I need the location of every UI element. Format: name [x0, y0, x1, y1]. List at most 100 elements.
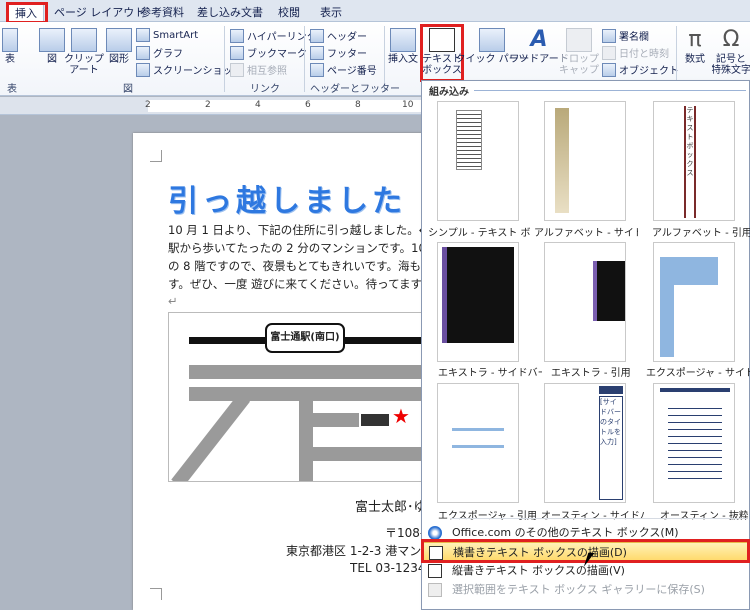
bookmark-icon [230, 45, 244, 60]
hyperlink-icon [230, 28, 244, 43]
picture-button[interactable]: 図 [38, 28, 66, 65]
road [171, 393, 251, 481]
thumb-accent-bar [660, 388, 730, 392]
group-label-links: リンク [250, 84, 280, 95]
gallery-item-exposure-quote[interactable] [437, 383, 519, 503]
dropcap-button[interactable]: ドロップ キャップ [559, 28, 599, 76]
margin-mark [150, 150, 162, 162]
gallery-label: オースティン - サイドバー [541, 511, 645, 522]
page-number-button[interactable]: ページ番号 [310, 62, 377, 77]
road [299, 387, 313, 481]
road [299, 447, 425, 461]
menu-more-textboxes[interactable]: Office.com のその他のテキスト ボックス(M) [422, 523, 749, 543]
gallery-item-simple[interactable] [437, 101, 519, 221]
shapes-icon [106, 28, 132, 52]
insert-text-button[interactable]: 挿入文 [388, 28, 418, 65]
tab-references[interactable]: 参考資料 [138, 3, 186, 22]
textbox-icon [429, 28, 455, 52]
calendar-icon [602, 45, 616, 60]
tab-insert[interactable]: 挿入 [8, 3, 44, 22]
equation-button[interactable]: π 数式 [680, 28, 710, 66]
address-street[interactable]: 東京都港区 1-2-3 港マンシ [286, 542, 421, 559]
station-label: 富士通駅(南口) [265, 323, 345, 353]
gallery-item-alphabet-quote[interactable]: テキストボックス [653, 101, 735, 221]
section-divider [474, 90, 746, 91]
gallery-label: アルファベット - 引用 [652, 228, 750, 239]
menu-save-selection[interactable]: 選択範囲をテキスト ボックス ギャラリーに保存(S) [422, 580, 749, 600]
gallery-label: シンプル - テキスト ボックス [428, 228, 532, 239]
smartart-button[interactable]: SmartArt [136, 28, 198, 42]
ruler-number: 6 [305, 100, 311, 110]
tab-page-layout[interactable]: ページ レイアウト [54, 3, 145, 22]
gallery-item-extra-sidebar[interactable] [437, 242, 519, 362]
paragraph-mark: ↵ [168, 294, 178, 308]
thumb-accent-bar [593, 261, 597, 321]
gallery-label: アルファベット - サイドバー [534, 228, 638, 239]
office-icon [428, 526, 442, 540]
body-line-1[interactable]: 10 月 1 日より、下記の住所に引っ越しました。↵ [168, 222, 426, 238]
chart-icon [136, 45, 150, 60]
tab-review[interactable]: 校閲 [274, 3, 304, 22]
shapes-button[interactable]: 図形 [104, 28, 134, 65]
gallery-label: エキストラ - 引用 [551, 368, 631, 379]
address-tel[interactable]: TEL 03-1234- [350, 561, 421, 575]
table-icon [2, 28, 18, 52]
chart-button[interactable]: グラフ [136, 45, 183, 60]
menu-separator [450, 518, 748, 519]
wordart-button[interactable]: A ワードアート [509, 27, 568, 66]
thumb-dark-panel [442, 247, 514, 343]
object-button[interactable]: オブジェクト [602, 62, 679, 77]
footer-icon [310, 45, 324, 60]
body-line-3[interactable]: の 8 階ですので、夜景もとてもきれいです。海も見 [168, 258, 426, 274]
symbol-button[interactable]: Ω 記号と 特殊文字 [712, 28, 750, 76]
smartart-icon [136, 28, 150, 42]
body-line-4[interactable]: す。ぜひ、一度 遊びに来てください。待ってます！ [168, 276, 426, 292]
crossref-button[interactable]: 相互参照 [230, 62, 287, 77]
thumb-quote: テキストボックス [684, 106, 696, 218]
wordart-icon: A [530, 27, 548, 52]
clipart-icon [71, 28, 97, 52]
table-button[interactable]: 表 [0, 28, 20, 65]
gallery-item-extra-quote[interactable] [544, 242, 626, 362]
group-separator [224, 26, 225, 92]
margin-mark [150, 588, 162, 600]
signature-line-button[interactable]: 署名欄 [602, 28, 649, 43]
thumb-quote [452, 428, 504, 448]
ruler-number: 2 [145, 100, 151, 110]
thumb-sidebar [555, 108, 569, 213]
map-image[interactable]: 富士通駅(南口) ★ [168, 312, 426, 482]
crossref-icon [230, 62, 244, 77]
tab-mailings[interactable]: 差し込み文書 [196, 3, 264, 22]
road [299, 413, 359, 427]
gallery-label: エクスポージャ - サイドバー [646, 368, 750, 379]
ruler-number: 4 [255, 100, 261, 110]
clipart-button[interactable]: クリップ アート [64, 28, 104, 76]
footer-button[interactable]: フッター [310, 45, 367, 60]
header-button[interactable]: ヘッダー [310, 28, 367, 43]
screenshot-icon [136, 62, 150, 77]
group-label-tables: 表 [7, 84, 17, 95]
thumb-accent-block [599, 386, 623, 394]
gallery-item-alphabet-sidebar[interactable] [544, 101, 626, 221]
signature-icon [602, 28, 616, 43]
textbox-button[interactable]: テキスト ボックス [422, 28, 462, 76]
gallery-item-austin-excerpt[interactable] [653, 383, 735, 503]
bookmark-button[interactable]: ブックマーク [230, 45, 307, 60]
body-line-2[interactable]: 駅から歩いてたったの 2 分のマンションです。10 階 [168, 240, 426, 256]
picture-icon [39, 28, 65, 52]
address-zip[interactable]: 〒108- [385, 524, 421, 541]
gallery-item-austin-sidebar[interactable]: [サイドバーのタイトルを入力] [544, 383, 626, 503]
gallery-item-exposure-sidebar[interactable] [653, 242, 735, 362]
insert-text-icon [390, 28, 416, 52]
gallery-label: オースティン - 抜粋 [660, 511, 748, 522]
screenshot-button[interactable]: スクリーンショット [136, 62, 243, 77]
datetime-button[interactable]: 日付と時刻 [602, 45, 669, 60]
building-marker [361, 414, 389, 426]
document-title[interactable]: 引っ越しました [168, 176, 428, 220]
address-name[interactable]: 富士太郎･ゆ [355, 496, 421, 515]
gallery-label: エクスポージャ - 引用 [438, 511, 537, 522]
group-label-header-footer: ヘッダーとフッター [310, 84, 400, 95]
ribbon-tab-bar: 挿入 ページ レイアウト 参考資料 差し込み文書 校閲 表示 [0, 0, 750, 22]
tab-view[interactable]: 表示 [314, 3, 348, 22]
road [189, 365, 425, 379]
